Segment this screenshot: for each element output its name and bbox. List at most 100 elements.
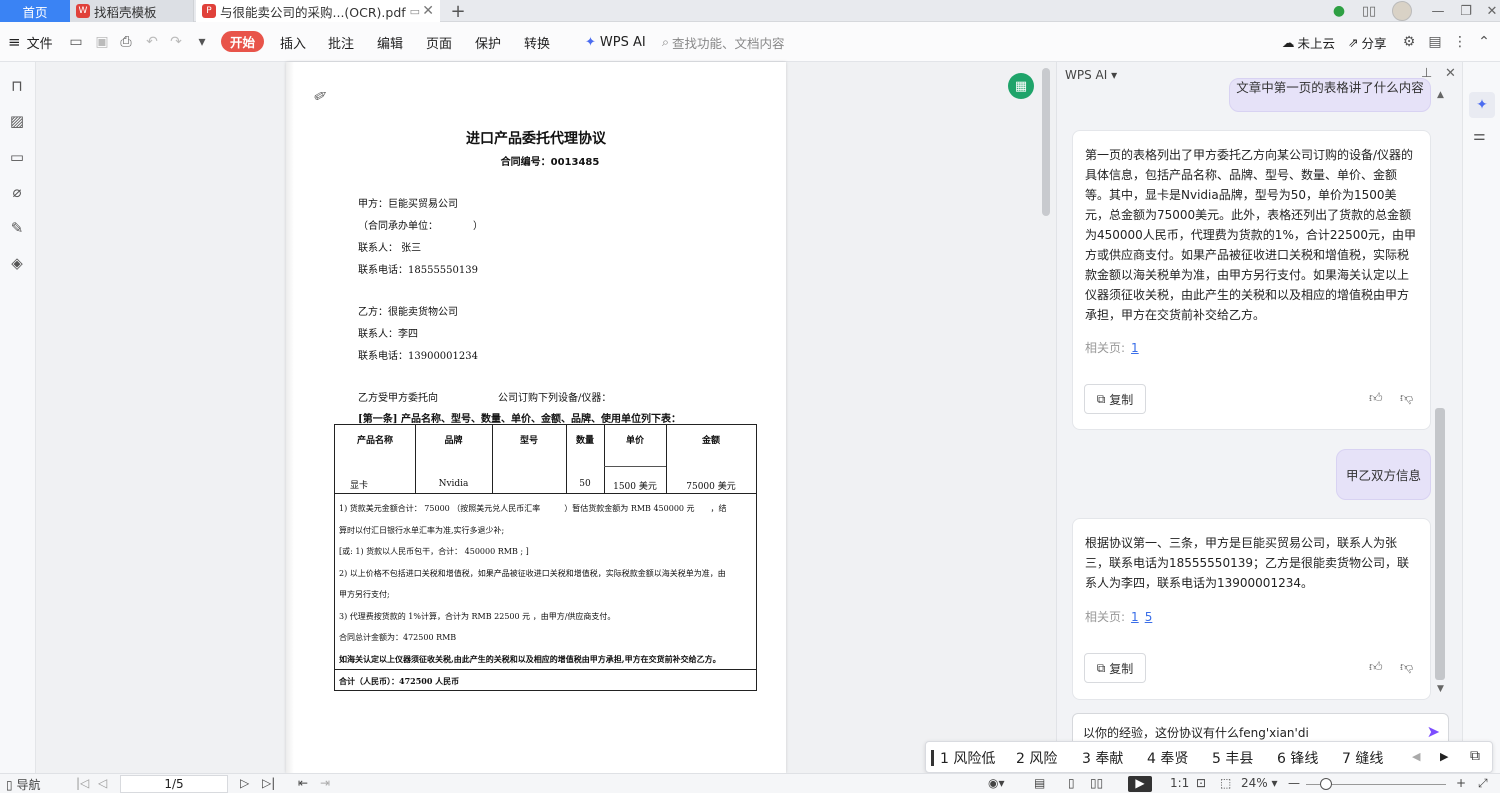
copy-button[interactable]: ⧉ 复制 [1084,384,1146,414]
close-panel-icon[interactable]: ✕ [1445,66,1456,81]
actual-size-icon[interactable]: 1:1 [1170,776,1189,790]
share-button[interactable]: ⇗ 分享 [1348,22,1387,62]
tab-window-icon[interactable]: ▭ [410,5,420,18]
zoom-slider-handle[interactable] [1320,778,1332,790]
undo-icon[interactable]: ↶ [144,34,160,50]
tab-pdf[interactable]: P 与很能卖公司的采购...(OCR).pdf ▭ ✕ [196,0,440,22]
table-cell: 1500 美元 [613,482,657,492]
double-page-icon[interactable]: ▯▯ [1090,776,1103,790]
table-extract-icon[interactable]: ▦ [1008,73,1034,99]
zoom-out-icon[interactable]: — [1288,776,1300,790]
fit-page-icon[interactable]: ⊡ [1196,776,1206,790]
ime-candidate[interactable]: 6 锋线 [1277,748,1318,768]
window-close-icon[interactable]: ✕ [1478,0,1500,22]
pdf-page[interactable]: ✏ 进口产品委托代理协议 合同编号：0013485 甲方：巨能买贸易公司 （合同… [286,62,786,773]
thumbnail-icon[interactable]: ▨ [7,111,27,131]
first-page-icon[interactable]: |◁ [76,776,89,790]
file-menu-button[interactable]: ≡ 文件 [8,22,53,62]
fullscreen-icon[interactable]: ⤢ [1478,776,1488,791]
eye-protect-icon[interactable]: ◉▾ [988,776,1005,790]
play-icon[interactable]: ▶ [1128,776,1152,792]
document-scrollbar[interactable] [1042,68,1050,216]
settings-icon[interactable]: ⚙ [1401,34,1417,50]
avatar[interactable] [1388,0,1416,22]
annotation-list-icon[interactable]: ▭ [7,147,27,167]
tab-home[interactable]: 首页 [0,0,70,22]
back-icon[interactable]: ⇤ [298,776,308,790]
save-icon[interactable]: ▣ [94,34,110,50]
related-page-link[interactable]: 1 [1131,610,1139,624]
attachment-icon[interactable]: ⌀ [7,182,27,202]
copy-button[interactable]: ⧉ 复制 [1084,653,1146,683]
layout-icon[interactable]: ▯▯ [1356,0,1382,22]
ime-candidate[interactable]: 1 风险低 [940,748,995,768]
ime-candidate[interactable]: 2 风险 [1016,748,1057,768]
last-page-icon[interactable]: ▷| [262,776,275,790]
thumbs-down-icon[interactable]: 👎︎ [1400,660,1413,675]
tab-home-label: 首页 [22,4,48,20]
tab-edit[interactable]: 编辑 [377,22,403,62]
entrust-line: 乙方受甲方委托向 公司订购下列设备/仪器： [358,393,612,404]
close-tab-icon[interactable]: ✕ [422,3,434,19]
thumbs-up-icon[interactable]: 👍︎ [1369,391,1383,406]
tab-template[interactable]: W 找稻壳模板 [70,0,194,22]
ime-next-icon[interactable]: ▶ [1440,750,1448,763]
pencil-icon: ✏ [310,83,332,108]
update-icon[interactable]: ● [1325,0,1353,22]
minimize-icon[interactable]: — [1424,0,1452,22]
ime-prev-icon[interactable]: ◀ [1412,750,1420,763]
document-viewport[interactable]: ✏ 进口产品委托代理协议 合同编号：0013485 甲方：巨能买贸易公司 （合同… [36,62,1056,773]
thumbs-down-icon[interactable]: 👎︎ [1400,391,1413,406]
navigation-button[interactable]: ▯ 导航 [6,776,40,793]
ai-panel-title[interactable]: WPS AI ▾ [1065,68,1117,82]
related-page-link[interactable]: 5 [1145,610,1153,624]
prev-page-icon[interactable]: ◁ [98,776,107,790]
send-icon[interactable]: ➤ [1427,722,1440,741]
ime-candidate[interactable]: 7 缝线 [1342,748,1383,768]
more-quick-icon[interactable]: ▾ [194,34,210,50]
tab-protect[interactable]: 保护 [475,22,501,62]
restore-icon[interactable]: ❐ [1452,0,1480,22]
search-input[interactable]: ⌕ 查找功能、文档内容 [662,32,862,52]
redo-icon[interactable]: ↷ [168,34,184,50]
tab-annotate[interactable]: 批注 [328,22,354,62]
tab-insert[interactable]: 插入 [280,22,306,62]
layers-icon[interactable]: ◈ [7,253,27,273]
signature-icon[interactable]: ✎ [7,218,27,238]
thumbs-up-icon[interactable]: 👍︎ [1369,660,1383,675]
scroll-down-icon[interactable]: ▼ [1437,684,1444,694]
open-folder-icon[interactable]: ▭ [68,34,84,50]
bookmark-icon[interactable]: ⊓ [7,76,27,96]
ime-expand-icon[interactable]: ⧉ [1470,748,1480,764]
add-tab-button[interactable]: + [448,0,468,22]
ime-candidate[interactable]: 4 奉贤 [1147,748,1188,768]
zoom-in-icon[interactable]: + [1456,776,1466,790]
ime-candidate[interactable]: 5 丰县 [1212,748,1253,768]
ai-panel-scrollbar[interactable] [1435,408,1445,680]
print-icon[interactable]: ⎙ [118,34,134,50]
adjust-icon[interactable]: ⚌ [1473,128,1486,144]
wps-ai-button[interactable]: ✦ WPS AI [585,22,646,62]
fit-width-icon[interactable]: ⬚ [1220,776,1231,790]
next-page-icon[interactable]: ▷ [240,776,249,790]
tab-page[interactable]: 页面 [426,22,452,62]
search-placeholder: 查找功能、文档内容 [672,35,785,51]
collapse-ribbon-icon[interactable]: ⌃ [1476,34,1492,50]
scroll-up-icon[interactable]: ▲ [1437,90,1444,100]
single-page-icon[interactable]: ▯ [1068,776,1075,790]
related-pages: 相关页: 1 5 [1085,608,1152,625]
cloud-status-button[interactable]: ☁ 未上云 [1282,22,1335,62]
more-vertical-icon[interactable]: ⋮ [1452,34,1468,50]
tab-convert[interactable]: 转换 [524,22,550,62]
forward-icon[interactable]: ⇥ [320,776,330,790]
tab-start[interactable]: 开始 [221,31,264,52]
nav-panel-icon: ▯ [6,778,13,792]
comment-icon[interactable]: ▤ [1427,34,1443,50]
search-icon: ⌕ [662,34,670,49]
related-page-link[interactable]: 1 [1131,341,1139,355]
wps-ai-rail-icon[interactable]: ✦ [1469,92,1495,118]
ime-candidate[interactable]: 3 奉献 [1082,748,1123,768]
continuous-view-icon[interactable]: ▤ [1034,776,1045,790]
zoom-select[interactable]: 24% ▾ [1241,776,1278,790]
page-number-input[interactable]: 1/5 [120,775,228,793]
